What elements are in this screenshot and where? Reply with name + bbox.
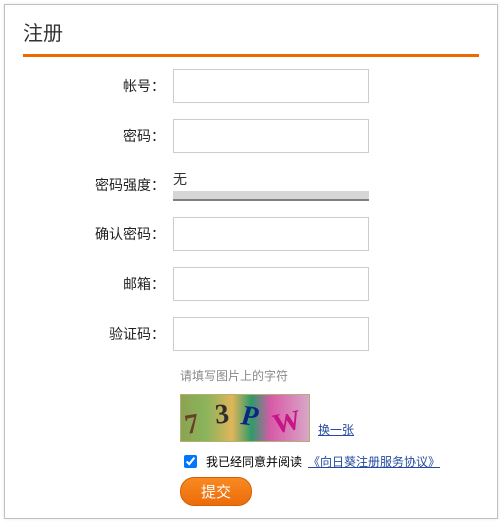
confirm-password-input[interactable]	[173, 217, 369, 251]
captcha-hint: 请填写图片上的字符	[180, 367, 479, 384]
confirm-label: 确认密码：	[23, 224, 173, 244]
password-label: 密码：	[23, 126, 173, 146]
submit-row: 提交	[180, 477, 479, 506]
row-username: 帐号：	[23, 69, 479, 103]
captcha-char-1: 7	[182, 408, 201, 442]
tos-link[interactable]: 《向日葵注册服务协议》	[308, 453, 440, 470]
strength-value: 无	[173, 169, 369, 189]
username-label: 帐号：	[23, 76, 173, 96]
strength-label: 密码强度：	[23, 169, 173, 195]
captcha-char-4: W	[270, 404, 304, 441]
agree-row[interactable]: 我已经同意并阅读 《向日葵注册服务协议》	[180, 452, 479, 471]
captcha-input[interactable]	[173, 317, 369, 351]
captcha-char-2: 3	[214, 398, 231, 431]
register-form: 帐号： 密码： 密码强度： 无 确认密码： 邮箱： 验证码： 请	[23, 57, 479, 506]
change-captcha-link[interactable]: 换一张	[318, 421, 354, 438]
agree-text: 我已经同意并阅读	[206, 453, 302, 470]
strength-indicator: 无	[173, 169, 369, 201]
captcha-image: 7 3 P W	[180, 394, 310, 442]
page-title: 注册	[23, 15, 479, 57]
row-captcha: 验证码：	[23, 317, 479, 351]
row-confirm: 确认密码：	[23, 217, 479, 251]
agree-checkbox[interactable]	[184, 455, 197, 468]
strength-bar	[173, 191, 369, 201]
email-label: 邮箱：	[23, 274, 173, 294]
register-panel: 注册 帐号： 密码： 密码强度： 无 确认密码： 邮箱： 验证码：	[4, 4, 498, 519]
row-email: 邮箱：	[23, 267, 479, 301]
captcha-char-3: P	[239, 400, 259, 434]
submit-button[interactable]: 提交	[180, 477, 252, 506]
helper-column: 请填写图片上的字符 7 3 P W 换一张 我已经同意并阅读 《向日葵注册服务协…	[180, 367, 479, 471]
username-input[interactable]	[173, 69, 369, 103]
captcha-label: 验证码：	[23, 324, 173, 344]
password-input[interactable]	[173, 119, 369, 153]
row-password: 密码：	[23, 119, 479, 153]
email-input[interactable]	[173, 267, 369, 301]
row-strength: 密码强度： 无	[23, 169, 479, 201]
captcha-row: 7 3 P W 换一张	[180, 394, 479, 442]
